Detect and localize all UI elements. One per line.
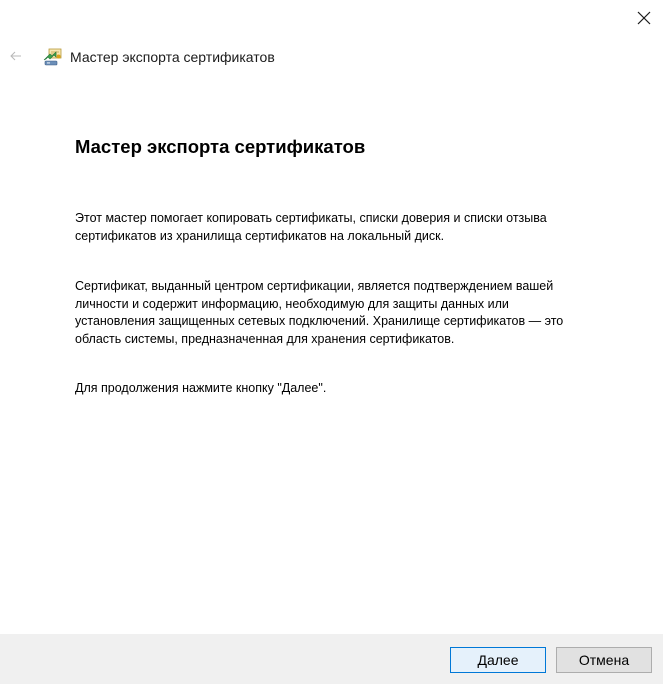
continue-hint: Для продолжения нажмите кнопку "Далее". (75, 380, 635, 398)
page-title: Мастер экспорта сертификатов (75, 136, 366, 157)
paragraph-line: Этот мастер помогает копировать сертифик… (75, 211, 547, 225)
back-arrow-icon (10, 51, 21, 61)
certificate-wizard-icon (43, 48, 62, 66)
paragraph-line: область системы, предназначенная для хра… (75, 331, 455, 346)
close-button[interactable] (630, 6, 658, 30)
intro-paragraph: Этот мастер помогает копировать сертифик… (75, 210, 635, 245)
close-icon (637, 11, 651, 25)
header-title: Мастер экспорта сертификатов (70, 49, 275, 65)
cancel-button[interactable]: Отмена (556, 647, 652, 673)
wizard-footer: Далее Отмена (0, 634, 663, 684)
certificate-info-paragraph: Сертификат, выданный центром сертификаци… (75, 278, 635, 348)
paragraph-line: Сертификат, выданный центром сертификаци… (75, 279, 554, 293)
paragraph-line: Для продолжения нажмите кнопку "Далее". (75, 381, 327, 395)
paragraph-line: личности и содержит информацию, необходи… (75, 296, 509, 311)
wizard-header: Мастер экспорта сертификатов (0, 44, 663, 70)
paragraph-line: сертификатов из хранилища сертификатов н… (75, 228, 445, 243)
back-button[interactable] (7, 46, 25, 66)
next-button[interactable]: Далее (450, 647, 546, 673)
paragraph-line: установления защищенных сетевых подключе… (75, 314, 564, 328)
